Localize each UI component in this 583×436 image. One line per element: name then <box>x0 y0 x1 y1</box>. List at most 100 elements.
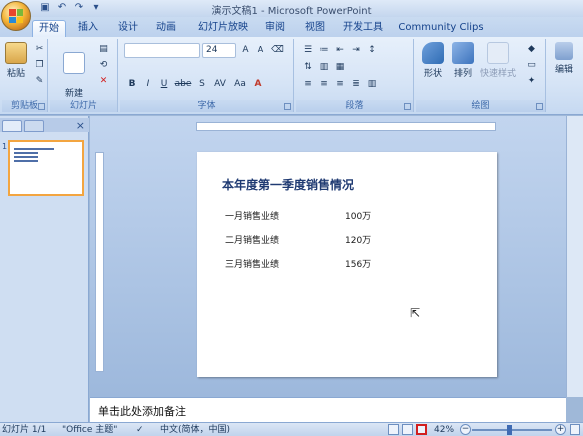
zoom-in-icon[interactable]: + <box>555 424 566 435</box>
shapes-button[interactable]: 形状 <box>420 42 446 79</box>
font-name-field[interactable] <box>124 43 200 58</box>
align-left-icon[interactable]: ≡ <box>300 77 316 92</box>
quick-styles-label: 快速样式 <box>479 69 516 79</box>
shadow-button[interactable]: S <box>194 77 210 92</box>
font-launcher[interactable] <box>284 103 291 110</box>
shape-effects-icon[interactable]: ✦ <box>524 74 539 89</box>
line-spacing-icon[interactable]: ↕ <box>364 43 380 58</box>
window-title: 演示文稿1 - Microsoft PowerPoint <box>211 6 372 17</box>
text-direction-icon[interactable]: ⇅ <box>300 60 316 75</box>
paragraph-launcher[interactable] <box>404 103 411 110</box>
vertical-ruler <box>95 152 104 372</box>
grow-font-icon[interactable]: A <box>238 43 253 58</box>
slides-group: 新建 幻灯片 ▤ ⟲ ✕ 幻灯片 <box>50 39 118 112</box>
new-slide-icon <box>63 52 85 74</box>
tab-outline[interactable] <box>24 120 44 132</box>
paste-button[interactable]: 粘贴 <box>4 42 28 79</box>
mouse-cursor-icon: ⇱ <box>410 306 421 320</box>
tab-review[interactable]: 审阅 <box>260 20 290 37</box>
paragraph-group: ☰ ≔ ⇤ ⇥ ↕ ⇅ ▥ ▦ ≡ ≡ ≡ ≣ ▥ 段落 <box>296 39 414 112</box>
align-right-icon[interactable]: ≡ <box>332 77 348 92</box>
tab-view[interactable]: 视图 <box>300 20 330 37</box>
bullets-icon[interactable]: ☰ <box>300 43 316 58</box>
paragraph-row-1: ☰ ≔ ⇤ ⇥ ↕ <box>300 43 380 58</box>
tab-animation[interactable]: 动画 <box>150 20 182 37</box>
slide-thumbnail[interactable] <box>8 140 84 196</box>
arrange-icon <box>452 42 474 64</box>
change-case-button[interactable]: Aa <box>230 77 250 92</box>
row-label-3: 三月销售业绩 <box>225 260 280 270</box>
align-center-icon[interactable]: ≡ <box>316 77 332 92</box>
font-color-button[interactable]: A <box>250 77 266 92</box>
tab-home[interactable]: 开始 <box>32 20 66 37</box>
drawing-launcher[interactable] <box>536 103 543 110</box>
spellcheck-icon[interactable]: ✓ <box>136 424 144 436</box>
decrease-indent-icon[interactable]: ⇤ <box>332 43 348 58</box>
panel-tabs: × <box>0 118 89 132</box>
row-value-2: 120万 <box>345 236 372 246</box>
thumbnail-number: 1 <box>2 142 8 151</box>
slideshow-view-icon[interactable] <box>416 424 427 435</box>
clipboard-launcher[interactable] <box>38 103 45 110</box>
justify-icon[interactable]: ≣ <box>348 77 364 92</box>
tab-slides-thumbnails[interactable] <box>2 120 22 132</box>
zoom-out-icon[interactable]: − <box>460 424 471 435</box>
slide-canvas[interactable]: 本年度第一季度销售情况 一月销售业绩 100万 二月销售业绩 120万 三月销售… <box>197 152 497 377</box>
bold-button[interactable]: B <box>124 77 140 92</box>
reset-icon[interactable]: ⟲ <box>96 58 111 73</box>
zoom-slider[interactable] <box>472 429 552 431</box>
strikethrough-button[interactable]: abe <box>172 77 194 92</box>
shapes-label: 形状 <box>423 69 442 79</box>
cut-icon[interactable]: ✂ <box>32 42 47 57</box>
copy-icon[interactable]: ❐ <box>32 58 47 73</box>
font-size-field[interactable]: 24 <box>202 43 236 58</box>
editing-button[interactable]: 编辑 <box>550 42 578 75</box>
quick-styles-button[interactable]: 快速样式 <box>478 42 518 79</box>
arrange-label: 排列 <box>453 69 472 79</box>
row-label-1: 一月销售业绩 <box>225 212 280 222</box>
zoom-level[interactable]: 42% <box>434 424 454 436</box>
spacing-button[interactable]: AV <box>210 77 230 92</box>
shape-fill-icon[interactable]: ◆ <box>524 42 539 57</box>
zoom-slider-thumb[interactable] <box>507 425 512 435</box>
tab-slideshow[interactable]: 幻灯片放映 <box>196 20 250 37</box>
tab-community-clips[interactable]: Community Clips <box>396 20 486 37</box>
clear-format-icon[interactable]: ⌫ <box>270 43 285 58</box>
vertical-scrollbar[interactable] <box>566 116 583 397</box>
horizontal-ruler <box>196 122 496 131</box>
tab-developer[interactable]: 开发工具 <box>340 20 386 37</box>
editing-label: 编辑 <box>554 65 573 75</box>
shape-outline-icon[interactable]: ▭ <box>524 58 539 73</box>
clipboard-group: 粘贴 ✂ ❐ ✎ 剪贴板 <box>2 39 48 112</box>
status-bar: 幻灯片 1/1 "Office 主题" ✓ 中文(简体，中国) 42% − + <box>0 422 583 436</box>
numbering-icon[interactable]: ≔ <box>316 43 332 58</box>
slide-counter: 幻灯片 1/1 <box>2 425 47 435</box>
fit-window-icon[interactable] <box>570 424 580 435</box>
paragraph-row-2: ⇅ ▥ ▦ <box>300 60 348 75</box>
tab-insert[interactable]: 插入 <box>72 20 104 37</box>
paste-icon <box>5 42 27 64</box>
format-painter-icon[interactable]: ✎ <box>32 74 47 89</box>
close-icon[interactable]: × <box>76 119 85 132</box>
drawing-label: 绘图 <box>416 100 545 112</box>
increase-indent-icon[interactable]: ⇥ <box>348 43 364 58</box>
slides-panel: × 1 <box>0 116 89 422</box>
smartart-icon[interactable]: ▦ <box>332 60 348 75</box>
layout-icon[interactable]: ▤ <box>96 42 111 57</box>
arrange-button[interactable]: 排列 <box>450 42 476 79</box>
tab-design[interactable]: 设计 <box>112 20 144 37</box>
sorter-view-icon[interactable] <box>402 424 413 435</box>
columns-icon[interactable]: ▥ <box>364 77 380 92</box>
office-button[interactable] <box>1 1 31 31</box>
delete-slide-icon[interactable]: ✕ <box>96 74 111 89</box>
binoculars-icon <box>555 42 573 60</box>
slide-title[interactable]: 本年度第一季度销售情况 <box>222 176 354 193</box>
theme-name: "Office 主题" <box>62 425 118 435</box>
underline-button[interactable]: U <box>156 77 172 92</box>
shrink-font-icon[interactable]: A <box>253 43 268 58</box>
align-text-icon[interactable]: ▥ <box>316 60 332 75</box>
normal-view-icon[interactable] <box>388 424 399 435</box>
editing-group: 编辑 <box>548 39 581 112</box>
italic-button[interactable]: I <box>140 77 156 92</box>
notes-pane[interactable]: 单击此处添加备注 <box>90 397 566 422</box>
